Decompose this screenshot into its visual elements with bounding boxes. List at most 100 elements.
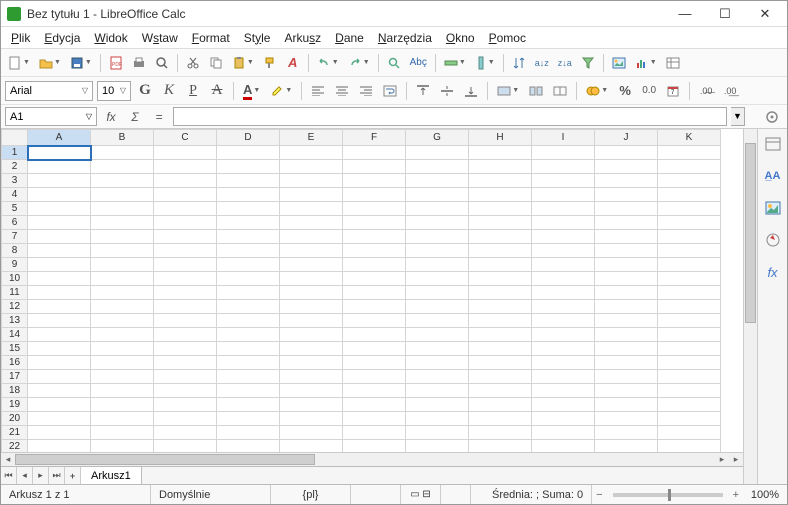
row-header-7[interactable]: 7 — [2, 230, 28, 244]
cell-reference-box[interactable]: A1▽ — [5, 107, 97, 126]
col-header-C[interactable]: C — [154, 130, 217, 146]
close-button[interactable]: ✕ — [745, 2, 785, 26]
cell-A12[interactable] — [28, 300, 91, 314]
cell-B7[interactable] — [91, 230, 154, 244]
cell-H3[interactable] — [469, 174, 532, 188]
cell-I18[interactable] — [532, 384, 595, 398]
vertical-scrollbar[interactable] — [743, 129, 757, 484]
number-format-button[interactable]: 0.0 — [639, 80, 659, 102]
cell-G7[interactable] — [406, 230, 469, 244]
zoom-out-button[interactable]: − — [592, 489, 606, 501]
cell-I20[interactable] — [532, 412, 595, 426]
cell-F17[interactable] — [343, 370, 406, 384]
cell-G14[interactable] — [406, 328, 469, 342]
cell-F11[interactable] — [343, 286, 406, 300]
cell-F13[interactable] — [343, 314, 406, 328]
clear-format-button[interactable]: A — [283, 52, 303, 74]
cell-J20[interactable] — [595, 412, 658, 426]
cell-C10[interactable] — [154, 272, 217, 286]
cell-B12[interactable] — [91, 300, 154, 314]
cell-A9[interactable] — [28, 258, 91, 272]
cell-C21[interactable] — [154, 426, 217, 440]
cell-D22[interactable] — [217, 440, 280, 453]
cell-I19[interactable] — [532, 398, 595, 412]
bold-button[interactable]: G — [135, 80, 155, 102]
row-header-15[interactable]: 15 — [2, 342, 28, 356]
cell-A6[interactable] — [28, 216, 91, 230]
menu-plik[interactable]: Plik — [5, 29, 36, 47]
cell-K19[interactable] — [658, 398, 721, 412]
cell-B2[interactable] — [91, 160, 154, 174]
cell-B5[interactable] — [91, 202, 154, 216]
row-header-12[interactable]: 12 — [2, 300, 28, 314]
cell-I6[interactable] — [532, 216, 595, 230]
cell-F1[interactable] — [343, 146, 406, 160]
status-signature[interactable] — [441, 485, 471, 504]
cell-D6[interactable] — [217, 216, 280, 230]
cell-K15[interactable] — [658, 342, 721, 356]
cell-I22[interactable] — [532, 440, 595, 453]
col-header-H[interactable]: H — [469, 130, 532, 146]
merge-cells-button[interactable]: ▼ — [494, 80, 522, 102]
cell-B20[interactable] — [91, 412, 154, 426]
cell-K14[interactable] — [658, 328, 721, 342]
cell-E4[interactable] — [280, 188, 343, 202]
cell-J8[interactable] — [595, 244, 658, 258]
row-header-3[interactable]: 3 — [2, 174, 28, 188]
align-middle-button[interactable] — [437, 80, 457, 102]
cell-A15[interactable] — [28, 342, 91, 356]
cell-D4[interactable] — [217, 188, 280, 202]
find-replace-button[interactable] — [384, 52, 404, 74]
export-pdf-button[interactable]: PDF — [106, 52, 126, 74]
cell-G6[interactable] — [406, 216, 469, 230]
cell-H6[interactable] — [469, 216, 532, 230]
cell-G5[interactable] — [406, 202, 469, 216]
cell-F22[interactable] — [343, 440, 406, 453]
tab-first-button[interactable]: ⏮ — [1, 467, 17, 484]
cell-F16[interactable] — [343, 356, 406, 370]
cell-C5[interactable] — [154, 202, 217, 216]
sheet-tab-arkusz1[interactable]: Arkusz1 — [81, 467, 142, 484]
insert-chart-button[interactable]: ▼ — [632, 52, 660, 74]
cell-E19[interactable] — [280, 398, 343, 412]
cell-D3[interactable] — [217, 174, 280, 188]
font-size-combo[interactable]: 10▽ — [97, 81, 131, 101]
cell-F8[interactable] — [343, 244, 406, 258]
cell-I15[interactable] — [532, 342, 595, 356]
cell-A19[interactable] — [28, 398, 91, 412]
cell-I5[interactable] — [532, 202, 595, 216]
cell-B6[interactable] — [91, 216, 154, 230]
cell-K5[interactable] — [658, 202, 721, 216]
col-header-K[interactable]: K — [658, 130, 721, 146]
col-header-B[interactable]: B — [91, 130, 154, 146]
cell-B11[interactable] — [91, 286, 154, 300]
row-header-13[interactable]: 13 — [2, 314, 28, 328]
cell-F9[interactable] — [343, 258, 406, 272]
column-button[interactable]: ▼ — [472, 52, 498, 74]
cell-E18[interactable] — [280, 384, 343, 398]
cell-K10[interactable] — [658, 272, 721, 286]
cell-G19[interactable] — [406, 398, 469, 412]
cell-C7[interactable] — [154, 230, 217, 244]
cell-F5[interactable] — [343, 202, 406, 216]
cell-J9[interactable] — [595, 258, 658, 272]
cell-C15[interactable] — [154, 342, 217, 356]
cell-D18[interactable] — [217, 384, 280, 398]
align-left-button[interactable] — [308, 80, 328, 102]
cell-C2[interactable] — [154, 160, 217, 174]
cell-B8[interactable] — [91, 244, 154, 258]
cell-E7[interactable] — [280, 230, 343, 244]
row-header-11[interactable]: 11 — [2, 286, 28, 300]
cell-B18[interactable] — [91, 384, 154, 398]
cell-K17[interactable] — [658, 370, 721, 384]
cell-E8[interactable] — [280, 244, 343, 258]
cell-G9[interactable] — [406, 258, 469, 272]
cell-C16[interactable] — [154, 356, 217, 370]
cell-C20[interactable] — [154, 412, 217, 426]
cell-G15[interactable] — [406, 342, 469, 356]
cell-K12[interactable] — [658, 300, 721, 314]
col-header-F[interactable]: F — [343, 130, 406, 146]
row-header-6[interactable]: 6 — [2, 216, 28, 230]
align-right-button[interactable] — [356, 80, 376, 102]
cell-J13[interactable] — [595, 314, 658, 328]
